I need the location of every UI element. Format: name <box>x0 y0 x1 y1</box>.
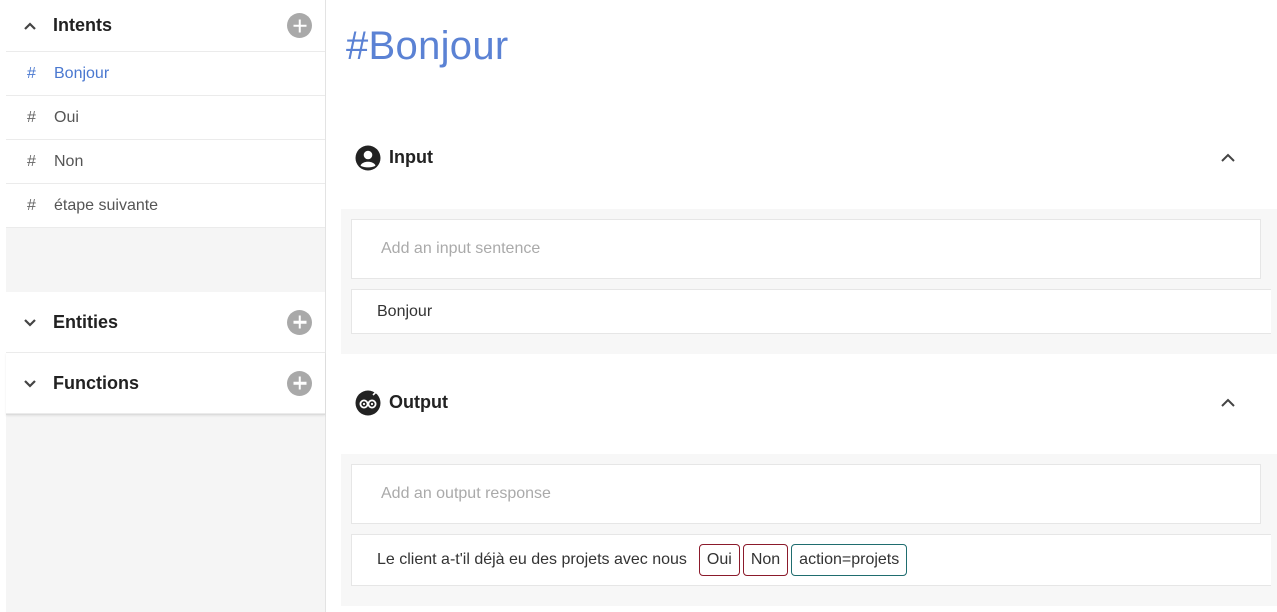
sidebar-spacer <box>6 228 325 292</box>
input-sentence-text: Bonjour <box>377 302 433 320</box>
user-icon <box>355 145 381 171</box>
intent-item-non[interactable]: # Non <box>6 140 325 184</box>
main-content: #Bonjour Input Bonjour Output <box>326 0 1277 612</box>
input-section-header: Input <box>341 140 1261 176</box>
add-intent-button[interactable] <box>287 13 312 38</box>
input-section-title: Input <box>389 147 433 167</box>
chevron-up-icon[interactable] <box>1219 150 1237 166</box>
output-response-text: Le client a-t'il déjà eu des projets ave… <box>377 551 687 568</box>
intent-label: Non <box>54 152 84 170</box>
intent-label: Oui <box>54 108 79 126</box>
add-entity-button[interactable] <box>287 309 312 335</box>
intents-header[interactable]: Intents <box>6 0 325 52</box>
intent-label: étape suivante <box>54 196 159 214</box>
entities-panel: Entities <box>6 292 325 353</box>
entities-title: Entities <box>53 311 119 332</box>
functions-title: Functions <box>53 372 139 393</box>
input-sentence-input[interactable] <box>381 240 1260 258</box>
add-input-field[interactable] <box>351 219 1261 279</box>
intent-label: Bonjour <box>54 64 110 82</box>
output-section-body: Le client a-t'il déjà eu des projets ave… <box>341 454 1277 606</box>
functions-panel: Functions <box>6 353 325 415</box>
intent-item-oui[interactable]: # Oui <box>6 96 325 140</box>
intents-title: Intents <box>53 15 113 35</box>
hash-icon: # <box>27 64 36 82</box>
output-section-header: Output <box>341 385 1261 421</box>
intents-panel: Intents # Bonjour # Oui # Non # étape su… <box>6 0 325 228</box>
output-response-input[interactable] <box>381 485 1260 503</box>
output-response-row[interactable]: Le client a-t'il déjà eu des projets ave… <box>351 534 1271 586</box>
entities-header[interactable]: Entities <box>6 292 325 353</box>
chevron-up-icon[interactable] <box>1219 395 1237 411</box>
output-section-title: Output <box>389 392 448 412</box>
chevron-down-icon[interactable] <box>22 375 38 391</box>
page-title: #Bonjour <box>346 24 509 68</box>
hash-icon: # <box>27 152 36 170</box>
input-sentence-row[interactable]: Bonjour <box>351 289 1271 334</box>
bot-icon <box>355 390 381 416</box>
add-function-button[interactable] <box>287 370 312 396</box>
sidebar: Intents # Bonjour # Oui # Non # étape su… <box>6 0 326 612</box>
chip-action-projets[interactable]: action=projets <box>791 544 908 576</box>
input-section-body: Bonjour <box>341 209 1277 354</box>
functions-header[interactable]: Functions <box>6 353 325 414</box>
intent-item-bonjour[interactable]: # Bonjour <box>6 52 325 96</box>
add-output-field[interactable] <box>351 464 1261 524</box>
chevron-down-icon[interactable] <box>22 314 38 330</box>
hash-icon: # <box>27 108 36 126</box>
hash-icon: # <box>27 196 36 214</box>
intent-list: # Bonjour # Oui # Non # étape suivante <box>6 52 325 228</box>
chip-non[interactable]: Non <box>742 544 789 576</box>
chevron-up-icon[interactable] <box>22 18 38 34</box>
intent-item-etape-suivante[interactable]: # étape suivante <box>6 184 325 228</box>
chip-oui[interactable]: Oui <box>698 544 740 576</box>
